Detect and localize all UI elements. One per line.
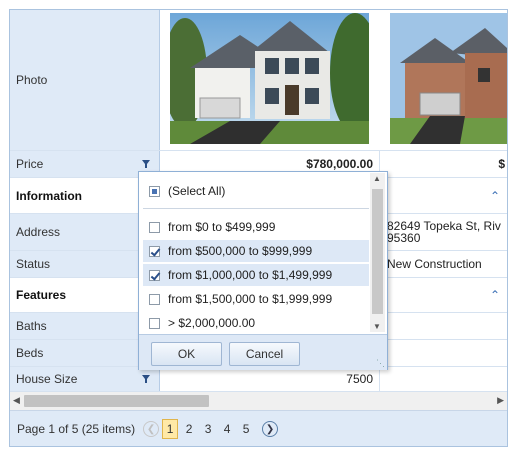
address-cell-2: 82649 Topeka St, Riv 95360 bbox=[387, 219, 501, 245]
page-button[interactable]: 2 bbox=[181, 419, 197, 439]
filter-option[interactable]: from $500,000 to $999,999 bbox=[143, 240, 369, 262]
option-checkbox[interactable] bbox=[149, 221, 160, 233]
page-button[interactable]: 3 bbox=[200, 419, 216, 439]
select-all-checkbox[interactable] bbox=[149, 185, 160, 197]
row-header-photo: Photo bbox=[10, 10, 160, 150]
photo-row: Photo bbox=[10, 10, 507, 151]
scroll-left-icon[interactable]: ◀ bbox=[13, 395, 20, 406]
pager: Page 1 of 5 (25 items) ❮ 1 2 3 4 5 ❯ bbox=[10, 411, 507, 446]
scroll-up-icon[interactable]: ▲ bbox=[373, 174, 381, 183]
filter-option[interactable]: from $1,000,000 to $1,499,999 bbox=[143, 264, 369, 286]
divider bbox=[143, 208, 369, 209]
filter-option[interactable]: from $0 to $499,999 bbox=[143, 216, 369, 238]
page-button[interactable]: 4 bbox=[219, 419, 235, 439]
ok-button[interactable]: OK bbox=[151, 342, 222, 366]
page-button[interactable]: 1 bbox=[162, 419, 179, 439]
option-checkbox[interactable] bbox=[149, 245, 160, 257]
filter-popup: (Select All) from $0 to $499,999 from $5… bbox=[138, 171, 388, 370]
price-cell-2: $ bbox=[498, 157, 505, 171]
status-cell-2: New Construction bbox=[387, 257, 482, 271]
pager-info: Page 1 of 5 (25 items) bbox=[17, 422, 136, 436]
next-page-icon[interactable]: ❯ bbox=[262, 421, 279, 437]
cancel-button[interactable]: Cancel bbox=[229, 342, 300, 366]
option-checkbox[interactable] bbox=[149, 317, 160, 329]
option-checkbox[interactable] bbox=[149, 293, 160, 305]
horizontal-scrollbar[interactable]: ◀ ▶ bbox=[10, 392, 507, 411]
filter-icon[interactable] bbox=[142, 160, 150, 168]
scroll-right-icon[interactable]: ▶ bbox=[497, 395, 504, 406]
house-photo-1[interactable] bbox=[170, 13, 369, 144]
page-button[interactable]: 5 bbox=[238, 419, 254, 439]
row-header-house-size: House Size bbox=[10, 367, 160, 391]
filter-option[interactable]: from $1,500,000 to $1,999,999 bbox=[143, 288, 369, 310]
house-size-cell-1: 7500 bbox=[160, 367, 380, 391]
popup-scrollbar[interactable]: ▲ ▼ bbox=[370, 173, 385, 332]
filter-option[interactable]: > $2,000,000.00 bbox=[143, 312, 369, 334]
scrollbar-thumb[interactable] bbox=[24, 395, 209, 407]
prev-page-icon[interactable]: ❮ bbox=[143, 421, 160, 437]
option-checkbox[interactable] bbox=[149, 269, 160, 281]
scroll-down-icon[interactable]: ▼ bbox=[373, 322, 381, 331]
resize-grip-icon[interactable]: ⋱ bbox=[376, 358, 385, 369]
popup-footer: OK Cancel ⋱ bbox=[139, 334, 387, 370]
collapse-chevron-icon[interactable]: ⌃ bbox=[490, 189, 500, 203]
select-all-option[interactable]: (Select All) bbox=[143, 180, 369, 202]
house-photo-2[interactable] bbox=[390, 13, 507, 144]
filter-icon[interactable] bbox=[142, 375, 150, 383]
house-size-row: House Size 7500 bbox=[10, 367, 507, 392]
popup-scrollbar-thumb[interactable] bbox=[372, 189, 383, 314]
collapse-chevron-icon[interactable]: ⌃ bbox=[490, 288, 500, 302]
